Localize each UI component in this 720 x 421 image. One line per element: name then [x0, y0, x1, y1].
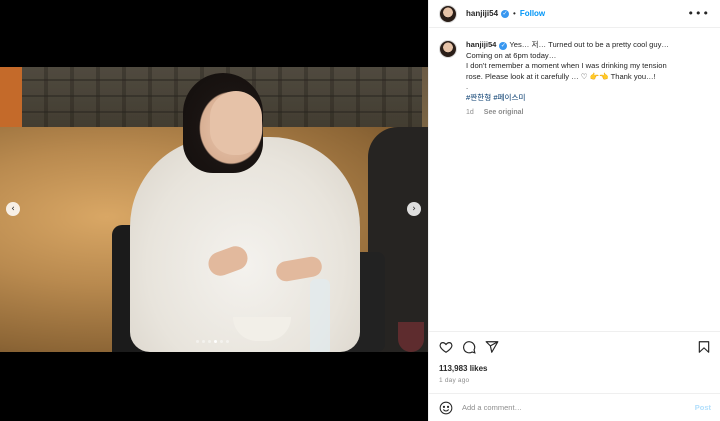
post-photo[interactable]: [0, 67, 428, 352]
avatar[interactable]: [439, 4, 457, 23]
comment-bar: Post: [429, 393, 720, 421]
username-link[interactable]: hanjiji54: [466, 9, 498, 18]
carousel-dot: [208, 340, 211, 343]
likes-count[interactable]: 113,983 likes: [439, 364, 488, 373]
paper-plane-icon[interactable]: [485, 340, 499, 354]
separator-dot: •: [513, 9, 516, 18]
more-options-icon[interactable]: •••: [688, 7, 710, 20]
follow-button[interactable]: Follow: [520, 9, 545, 18]
caption-line-1: Yes… 저… Turned out to be a pretty cool g…: [509, 40, 670, 49]
post-header: hanjiji54 ✓ • Follow •••: [429, 0, 720, 28]
heart-icon[interactable]: [439, 340, 453, 354]
carousel-dot: [214, 340, 217, 343]
caption-line-3: I don't remember a moment when I was dri…: [466, 61, 667, 70]
post-comment-button[interactable]: Post: [695, 403, 711, 412]
carousel-dots: [196, 340, 229, 343]
carousel-prev-button[interactable]: ‹: [6, 202, 20, 216]
caption-meta: 1d See original: [466, 109, 720, 116]
carousel-next-button[interactable]: ›: [407, 202, 421, 216]
bookmark-icon[interactable]: [697, 340, 711, 354]
caption-username[interactable]: hanjiji54: [466, 40, 496, 49]
side-panel: hanjiji54 ✓ • Follow ••• hanjiji54 ✓ Yes……: [428, 0, 720, 421]
caption-avatar[interactable]: [439, 40, 457, 58]
time-ago-short: 1d: [466, 109, 474, 116]
caption-line-4: rose. Please look at it carefully … ♡ 👉👈…: [466, 71, 656, 81]
see-original-button[interactable]: See original: [484, 109, 524, 116]
caption-text: hanjiji54 ✓ Yes… 저… Turned out to be a pr…: [466, 40, 706, 103]
caption: hanjiji54 ✓ Yes… 저… Turned out to be a pr…: [429, 28, 720, 103]
hashtag-link[interactable]: #페이스미: [493, 93, 525, 102]
verified-badge-icon: ✓: [499, 42, 508, 50]
action-bar: [429, 331, 720, 361]
post-modal: ‹ › hanjiji54 ✓ • Follow ••• hanjiji54 ✓ …: [0, 0, 720, 421]
caption-line-2: Coming on at 6pm today…: [466, 50, 557, 60]
carousel-dot: [226, 340, 229, 343]
carousel-dot: [202, 340, 205, 343]
caption-line-5: .: [466, 82, 469, 91]
media-pane: ‹ ›: [0, 0, 428, 421]
comment-input[interactable]: [462, 403, 682, 412]
carousel-dot: [196, 340, 199, 343]
verified-badge-icon: ✓: [501, 9, 510, 18]
hashtag-link[interactable]: #짠한형: [466, 93, 491, 102]
comment-bubble-icon[interactable]: [462, 340, 476, 354]
emoji-smile-icon[interactable]: [439, 401, 453, 415]
carousel-dot: [220, 340, 223, 343]
post-timestamp: 1 day ago: [439, 377, 470, 384]
